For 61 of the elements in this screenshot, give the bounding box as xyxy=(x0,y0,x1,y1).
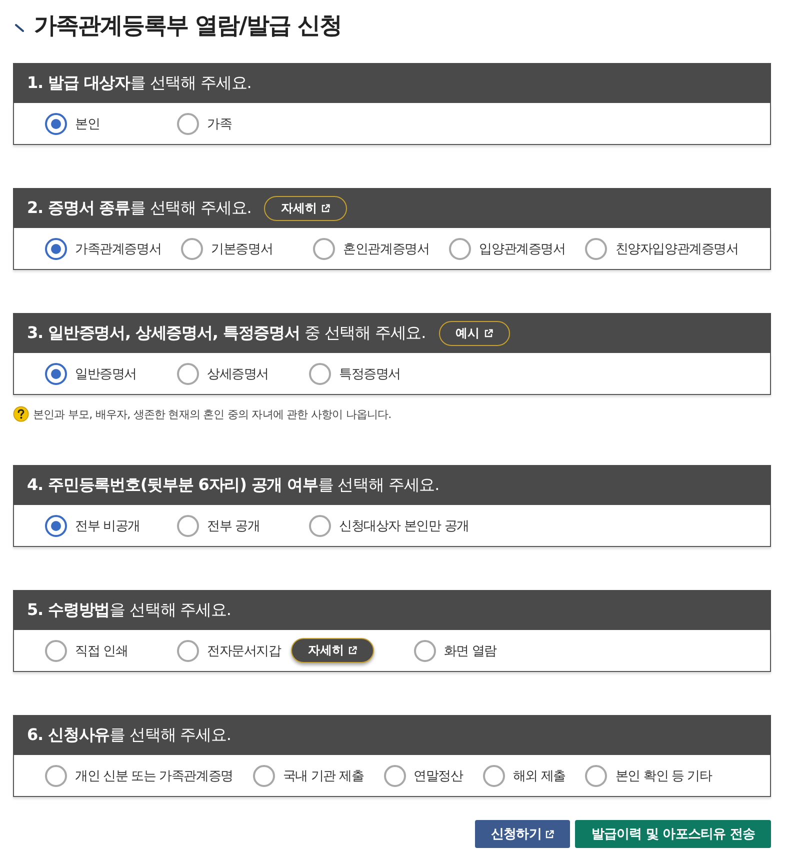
radio-label[interactable]: 화면 열람 xyxy=(444,642,496,660)
radio-label[interactable]: 개인 신분 또는 가족관계증명 xyxy=(75,766,233,784)
section-heading: 2. 증명서 종류를 선택해 주세요. xyxy=(27,198,252,218)
details-button[interactable]: 자세히 xyxy=(290,638,374,663)
radio-button[interactable] xyxy=(309,362,331,384)
external-link-icon xyxy=(484,328,493,338)
radio-button[interactable] xyxy=(177,112,199,134)
section-heading: 4. 주민등록번호(뒷부분 6자리) 공개 여부를 선택해 주세요. xyxy=(27,474,440,496)
radio-button[interactable] xyxy=(45,238,67,260)
radio-button[interactable] xyxy=(45,764,67,786)
radio-label[interactable]: 가족 xyxy=(207,114,232,132)
section-heading: 3. 일반증명서, 상세증명서, 특정증명서 중 선택해 주세요. xyxy=(27,322,426,344)
radio-label[interactable]: 연말정산 xyxy=(414,766,463,784)
radio-label[interactable]: 해외 제출 xyxy=(512,766,566,784)
radio-button[interactable] xyxy=(45,640,67,662)
radio-label[interactable]: 본인 xyxy=(75,114,100,132)
radio-button[interactable] xyxy=(45,112,67,134)
radio-label[interactable]: 전부 비공개 xyxy=(75,516,140,534)
external-link-icon xyxy=(321,204,330,212)
radio-button[interactable] xyxy=(313,238,336,260)
radio-label[interactable]: 혼인관계증명서 xyxy=(343,240,430,258)
radio-label[interactable]: 직접 인쇄 xyxy=(75,642,128,660)
apply-button[interactable]: 신청하기 xyxy=(475,820,570,848)
radio-button[interactable] xyxy=(309,514,331,536)
radio-button[interactable] xyxy=(45,362,67,384)
radio-button[interactable] xyxy=(45,514,67,536)
section-heading: 6. 신청사유를 선택해 주세요. xyxy=(27,724,231,746)
section-heading: 1. 발급 대상자를 선택해 주세요. xyxy=(27,72,252,94)
details-button[interactable]: 자세히 xyxy=(264,196,348,220)
radio-label[interactable]: 본인 확인 등 기타 xyxy=(615,766,712,784)
radio-label[interactable]: 기본증명서 xyxy=(211,240,273,258)
radio-button[interactable] xyxy=(585,238,608,260)
radio-button[interactable] xyxy=(449,238,472,260)
help-icon xyxy=(13,406,29,422)
radio-button[interactable] xyxy=(384,764,406,786)
page-title: 가족관계등록부 열람/발급 신청 xyxy=(34,12,342,41)
external-link-icon xyxy=(348,646,357,655)
radio-label[interactable]: 국내 기관 제출 xyxy=(282,766,364,784)
details-button[interactable]: 예시 xyxy=(438,320,510,346)
radio-button[interactable] xyxy=(585,764,608,786)
radio-label[interactable]: 입양관계증명서 xyxy=(479,240,566,258)
radio-button[interactable] xyxy=(414,640,436,662)
radio-button[interactable] xyxy=(252,764,275,786)
section-heading: 5. 수령방법을 선택해 주세요. xyxy=(27,600,231,620)
help-note: 본인과 부모, 배우자, 생존한 현재의 혼인 중의 자녀에 관한 사항이 나옵니다. xyxy=(33,406,392,422)
radio-button[interactable] xyxy=(177,640,199,662)
radio-button[interactable] xyxy=(181,238,204,260)
radio-label[interactable]: 상세증명서 xyxy=(207,364,269,382)
external-link-icon xyxy=(545,830,554,838)
radio-label[interactable]: 신청대상자 본인만 공개 xyxy=(339,516,469,534)
radio-label[interactable]: 일반증명서 xyxy=(75,364,137,382)
diagonal-line-icon xyxy=(15,24,24,32)
radio-label[interactable]: 친양자입양관계증명서 xyxy=(615,240,738,258)
radio-label[interactable]: 전자문서지갑 xyxy=(207,642,281,660)
send-button[interactable]: 발급이력 및 아포스티유 전송 xyxy=(575,820,771,848)
radio-label[interactable]: 가족관계증명서 xyxy=(75,240,162,258)
radio-label[interactable]: 특정증명서 xyxy=(339,364,401,382)
radio-label[interactable]: 전부 공개 xyxy=(207,516,260,534)
radio-button[interactable] xyxy=(177,362,199,384)
radio-button[interactable] xyxy=(177,514,199,536)
radio-button[interactable] xyxy=(482,764,505,786)
